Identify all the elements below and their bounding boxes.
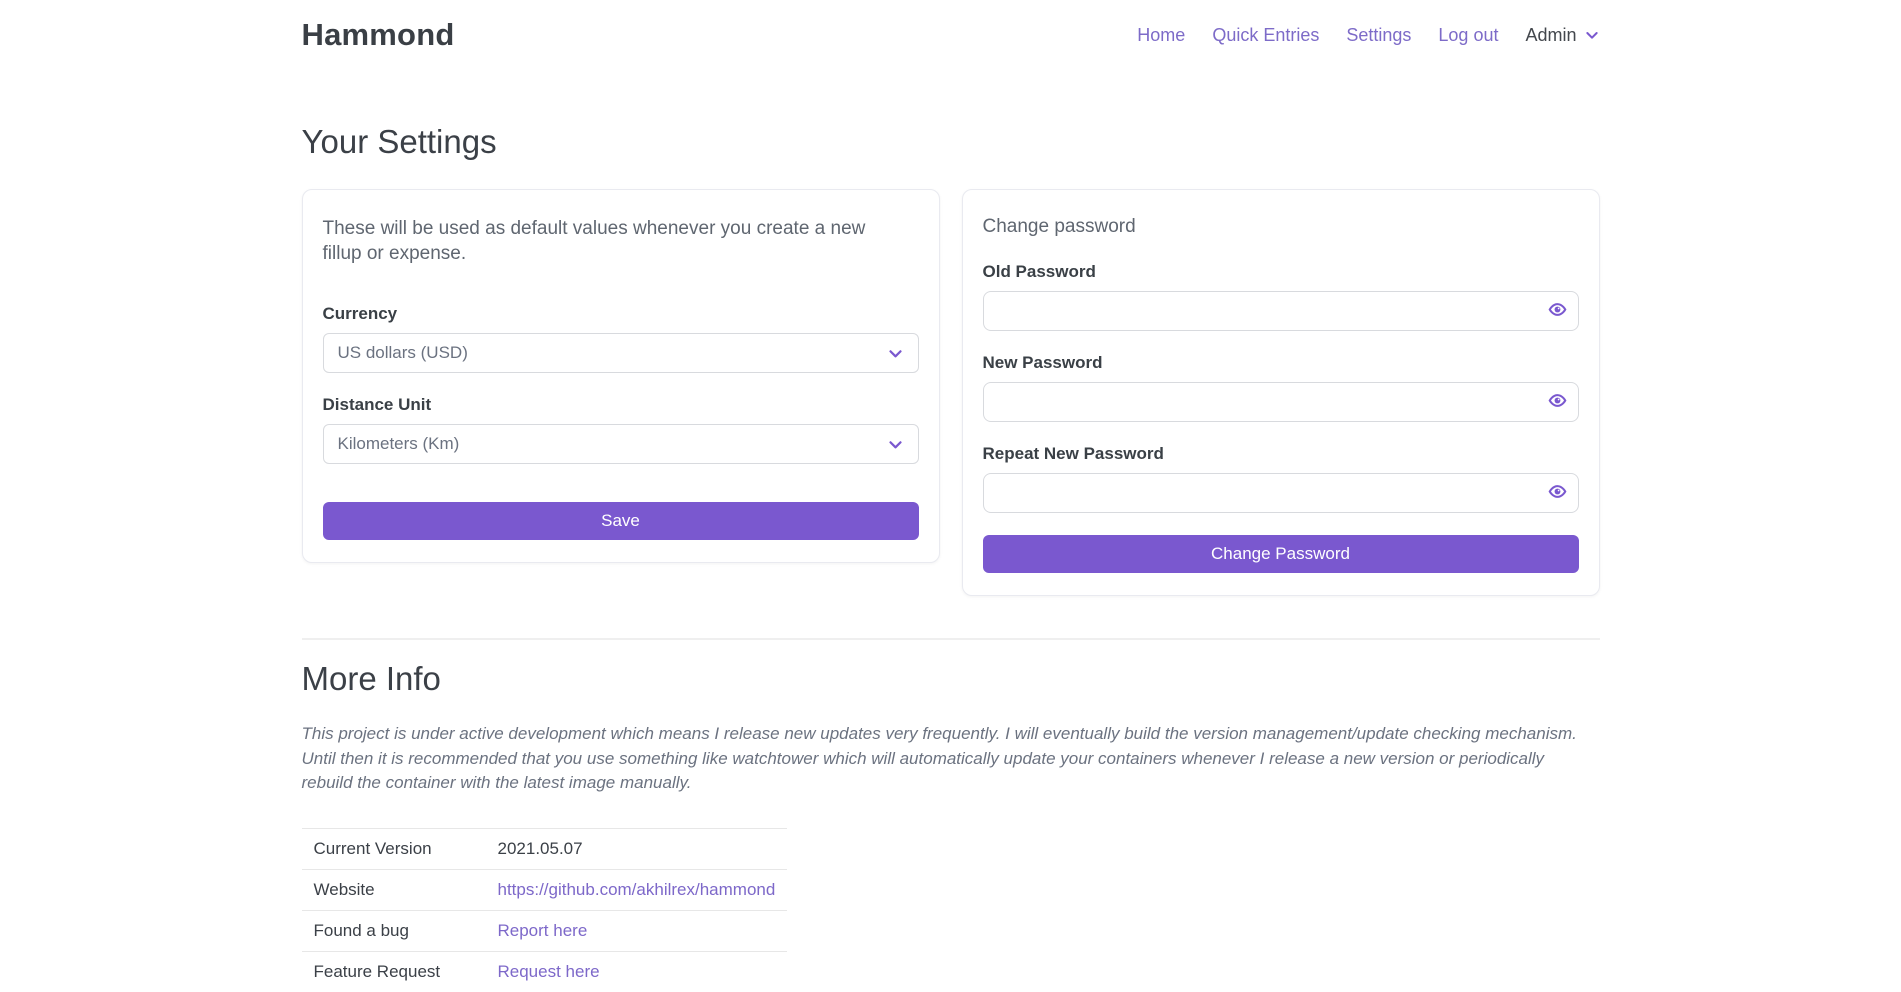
change-password-card: Change password Old Password New Passwor… (962, 189, 1600, 596)
currency-selected-value: US dollars (USD) (338, 343, 468, 363)
section-divider (302, 638, 1600, 640)
main-content: Your Settings These will be used as defa… (302, 123, 1600, 992)
distance-unit-select[interactable]: Kilometers (Km) (323, 424, 919, 464)
old-password-reveal-button[interactable] (1546, 298, 1569, 324)
more-info-table: Current Version 2021.05.07 Website https… (302, 828, 788, 992)
nav-item-home[interactable]: Home (1137, 25, 1185, 46)
nav-item-quick-entries[interactable]: Quick Entries (1212, 25, 1319, 46)
feature-request-link[interactable]: Request here (498, 962, 600, 981)
row-label-website: Website (302, 869, 486, 910)
website-link[interactable]: https://github.com/akhilrex/hammond (498, 880, 776, 899)
user-menu-label: Admin (1525, 25, 1576, 46)
table-row: Current Version 2021.05.07 (302, 828, 788, 869)
distance-selected-value: Kilometers (Km) (338, 434, 460, 454)
row-label-feature-request: Feature Request (302, 951, 486, 992)
repeat-new-password-reveal-button[interactable] (1546, 480, 1569, 506)
nav-item-logout[interactable]: Log out (1438, 25, 1498, 46)
defaults-description: These will be used as default values whe… (323, 216, 883, 266)
distance-unit-label: Distance Unit (323, 395, 919, 415)
old-password-label: Old Password (983, 262, 1579, 282)
report-bug-link[interactable]: Report here (498, 921, 588, 940)
currency-label: Currency (323, 304, 919, 324)
old-password-input[interactable] (983, 291, 1579, 331)
more-info-note: This project is under active development… (302, 722, 1600, 796)
chevron-down-icon (1584, 27, 1600, 43)
new-password-input[interactable] (983, 382, 1579, 422)
repeat-new-password-label: Repeat New Password (983, 444, 1579, 464)
row-label-found-a-bug: Found a bug (302, 910, 486, 951)
row-label-current-version: Current Version (302, 828, 486, 869)
change-password-title: Change password (983, 216, 1579, 238)
new-password-label: New Password (983, 353, 1579, 373)
row-value-current-version: 2021.05.07 (486, 828, 788, 869)
user-menu-admin[interactable]: Admin (1525, 25, 1599, 46)
table-row: Feature Request Request here (302, 951, 788, 992)
eye-icon (1548, 391, 1567, 413)
change-password-button[interactable]: Change Password (983, 535, 1579, 573)
save-button[interactable]: Save (323, 502, 919, 540)
defaults-card: These will be used as default values whe… (302, 189, 940, 563)
repeat-new-password-input[interactable] (983, 473, 1579, 513)
chevron-down-icon (887, 345, 904, 362)
nav-item-settings[interactable]: Settings (1346, 25, 1411, 46)
eye-icon (1548, 482, 1567, 504)
main-nav: Home Quick Entries Settings Log out Admi… (1137, 25, 1599, 46)
page-title: Your Settings (302, 123, 1600, 161)
currency-select[interactable]: US dollars (USD) (323, 333, 919, 373)
table-row: Found a bug Report here (302, 910, 788, 951)
eye-icon (1548, 300, 1567, 322)
brand-logo[interactable]: Hammond (302, 17, 455, 53)
top-navbar: Hammond Home Quick Entries Settings Log … (0, 0, 1901, 70)
table-row: Website https://github.com/akhilrex/hamm… (302, 869, 788, 910)
new-password-reveal-button[interactable] (1546, 389, 1569, 415)
chevron-down-icon (887, 436, 904, 453)
more-info-title: More Info (302, 660, 1600, 698)
